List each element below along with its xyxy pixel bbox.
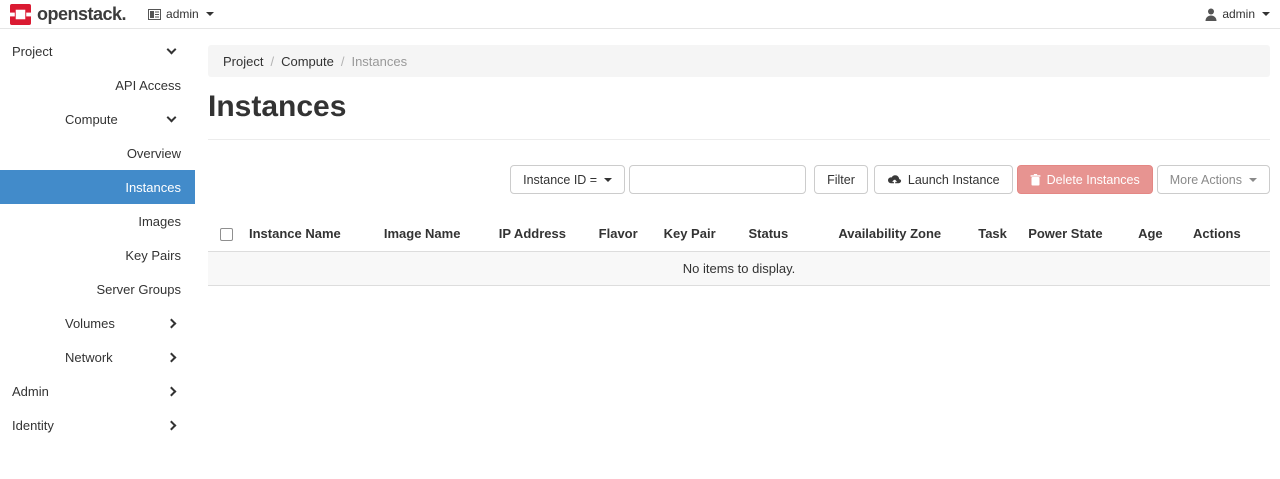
sidebar-item-admin[interactable]: Admin (0, 374, 195, 408)
chevron-down-icon (167, 45, 177, 55)
filter-button[interactable]: Filter (814, 165, 868, 194)
more-actions-label: More Actions (1170, 173, 1242, 187)
delete-instances-button[interactable]: Delete Instances (1017, 165, 1153, 194)
col-header-key-pair: Key Pair (656, 220, 741, 252)
caret-down-icon (1262, 12, 1270, 16)
sidebar-nav: Project API Access Compute Overview Inst… (0, 29, 195, 442)
trash-icon (1030, 174, 1041, 186)
sidebar-item-label: Network (65, 350, 168, 365)
sidebar-item-instances[interactable]: Instances (0, 170, 195, 204)
top-navbar: openstack. admin admin (0, 0, 1280, 29)
col-header-flavor: Flavor (591, 220, 656, 252)
chevron-right-icon (167, 352, 177, 362)
sidebar-item-key-pairs[interactable]: Key Pairs (0, 238, 195, 272)
empty-table-row: No items to display. (208, 252, 1270, 286)
sidebar-item-volumes[interactable]: Volumes (0, 306, 195, 340)
sidebar-item-network[interactable]: Network (0, 340, 195, 374)
sidebar-item-identity[interactable]: Identity (0, 408, 195, 442)
user-icon (1205, 8, 1217, 21)
sidebar-item-label: Volumes (65, 316, 168, 331)
col-header-ip-address: IP Address (491, 220, 591, 252)
launch-instance-button[interactable]: Launch Instance (874, 165, 1013, 194)
sidebar-item-label: Admin (12, 384, 168, 399)
sidebar-item-label: Key Pairs (20, 248, 181, 263)
col-header-status: Status (741, 220, 831, 252)
brand-wordmark: openstack. (37, 4, 126, 25)
sidebar-item-project[interactable]: Project (0, 34, 195, 68)
title-divider (208, 139, 1270, 140)
chevron-right-icon (167, 318, 177, 328)
launch-button-label: Launch Instance (908, 173, 1000, 187)
chevron-right-icon (167, 420, 177, 430)
select-all-checkbox[interactable] (220, 228, 233, 241)
sidebar-item-server-groups[interactable]: Server Groups (0, 272, 195, 306)
sidebar-item-label: Images (20, 214, 181, 229)
instances-table: Instance Name Image Name IP Address Flav… (208, 220, 1270, 286)
sidebar-item-label: Identity (12, 418, 168, 433)
sidebar-item-label: API Access (20, 78, 181, 93)
breadcrumb-separator: / (270, 54, 274, 69)
filter-field-label: Instance ID = (523, 173, 597, 187)
breadcrumb-separator: / (341, 54, 345, 69)
sidebar-item-overview[interactable]: Overview (0, 136, 195, 170)
sidebar-item-label: Overview (20, 146, 181, 161)
col-header-availability-zone: Availability Zone (830, 220, 970, 252)
sidebar-item-label: Compute (65, 112, 168, 127)
breadcrumb-compute[interactable]: Compute (281, 54, 334, 69)
main-content: Project / Compute / Instances Instances … (195, 29, 1280, 286)
user-menu-label: admin (1222, 7, 1255, 21)
col-header-actions: Actions (1185, 220, 1270, 252)
openstack-logo-icon (10, 4, 31, 25)
sidebar-item-label: Server Groups (20, 282, 181, 297)
empty-message: No items to display. (208, 252, 1270, 286)
delete-button-label: Delete Instances (1047, 173, 1140, 187)
sidebar-item-label: Instances (20, 180, 181, 195)
user-menu[interactable]: admin (1205, 7, 1270, 21)
sidebar-item-compute[interactable]: Compute (0, 102, 195, 136)
col-header-power-state: Power State (1020, 220, 1130, 252)
domain-menu[interactable]: admin (148, 7, 214, 21)
breadcrumb-project[interactable]: Project (223, 54, 263, 69)
col-header-task: Task (970, 220, 1020, 252)
filter-button-label: Filter (827, 173, 855, 187)
sidebar-item-images[interactable]: Images (0, 204, 195, 238)
caret-down-icon (604, 178, 612, 182)
page-title: Instances (208, 90, 1270, 124)
cloud-upload-icon (887, 174, 902, 186)
breadcrumb-current: Instances (351, 54, 407, 69)
breadcrumb: Project / Compute / Instances (208, 45, 1270, 77)
domain-icon (148, 9, 161, 20)
sidebar-item-api-access[interactable]: API Access (0, 68, 195, 102)
more-actions-dropdown[interactable]: More Actions (1157, 165, 1270, 194)
table-header-row: Instance Name Image Name IP Address Flav… (208, 220, 1270, 252)
chevron-right-icon (167, 386, 177, 396)
col-header-instance-name: Instance Name (241, 220, 376, 252)
filter-input[interactable] (629, 165, 806, 194)
col-header-age: Age (1130, 220, 1185, 252)
caret-down-icon (206, 12, 214, 16)
domain-menu-label: admin (166, 7, 199, 21)
col-header-image-name: Image Name (376, 220, 491, 252)
openstack-brand[interactable]: openstack. (10, 4, 126, 25)
caret-down-icon (1249, 178, 1257, 182)
sidebar-item-label: Project (12, 44, 168, 59)
table-toolbar: Instance ID = Filter Launch Instance (208, 165, 1270, 194)
filter-field-dropdown[interactable]: Instance ID = (510, 165, 625, 194)
chevron-down-icon (167, 113, 177, 123)
